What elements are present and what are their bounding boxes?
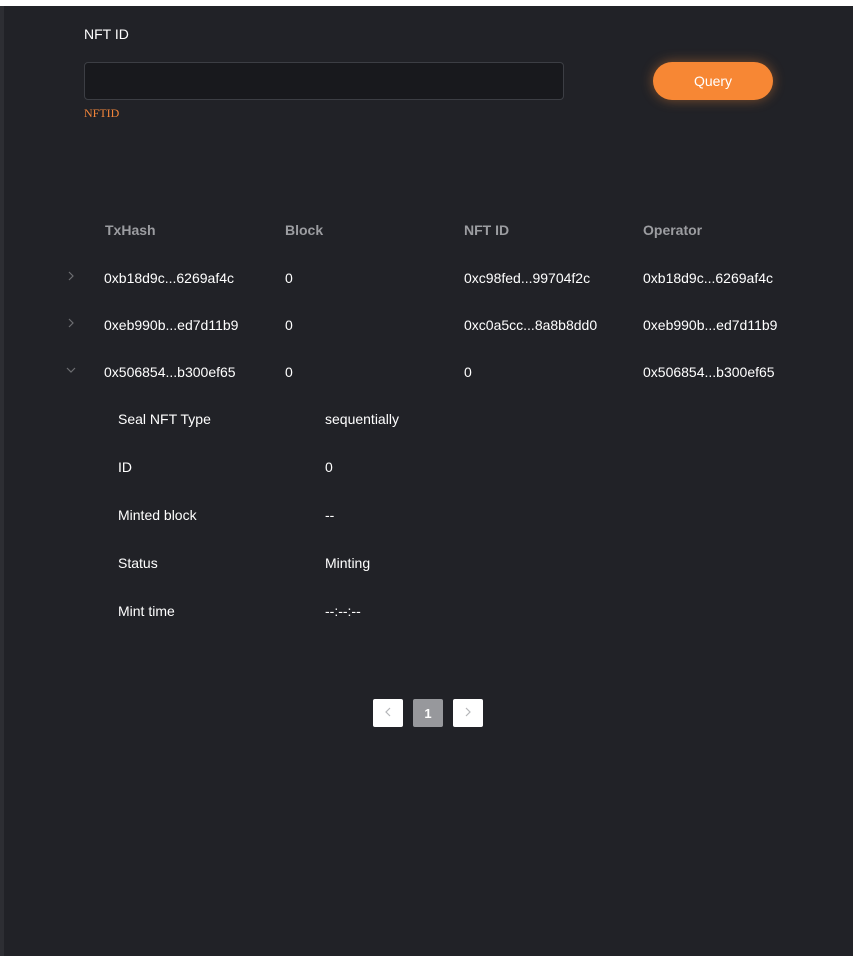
cell-block: 0	[285, 317, 293, 333]
cell-nft-id: 0xc98fed...99704f2c	[464, 270, 591, 286]
nft-id-label: NFT ID	[84, 26, 129, 42]
detail-label-mint-time: Mint time	[118, 603, 175, 619]
cell-operator: 0x506854...b300ef65	[643, 364, 775, 380]
table-row[interactable]: 0xeb990b...ed7d11b9 0 0xc0a5cc...8a8b8dd…	[4, 301, 853, 348]
cell-block: 0	[285, 270, 293, 286]
chevron-left-icon	[384, 704, 392, 722]
page-number-button[interactable]: 1	[413, 699, 443, 727]
cell-nft-id: 0	[464, 364, 472, 380]
detail-label-id: ID	[118, 459, 132, 475]
detail-label-seal-nft-type: Seal NFT Type	[118, 411, 211, 427]
cell-txhash: 0xb18d9c...6269af4c	[104, 270, 234, 286]
table-row[interactable]: 0x506854...b300ef65 0 0 0x506854...b300e…	[4, 348, 853, 395]
column-header-block: Block	[285, 222, 324, 238]
chevron-down-icon[interactable]	[64, 362, 78, 378]
cell-block: 0	[285, 364, 293, 380]
prev-page-button[interactable]	[373, 699, 403, 727]
nft-id-input[interactable]	[84, 62, 564, 100]
cell-operator: 0xeb990b...ed7d11b9	[643, 317, 778, 333]
query-button[interactable]: Query	[653, 62, 773, 100]
column-header-nft-id: NFT ID	[464, 222, 510, 238]
cell-txhash: 0x506854...b300ef65	[104, 364, 236, 380]
chevron-right-icon[interactable]	[64, 268, 78, 284]
chevron-right-icon[interactable]	[64, 315, 78, 331]
detail-label-status: Status	[118, 555, 158, 571]
column-header-txhash: TxHash	[105, 222, 156, 238]
cell-operator: 0xb18d9c...6269af4c	[643, 270, 773, 286]
detail-label-minted-block: Minted block	[118, 507, 197, 523]
detail-value-id: 0	[325, 459, 333, 475]
detail-value-seal-nft-type: sequentially	[325, 411, 399, 427]
nft-query-page: NFT ID NFTID Query TxHash Block NFT ID O…	[4, 6, 853, 956]
nft-id-hint: NFTID	[84, 106, 120, 120]
detail-value-mint-time: --:--:--	[325, 603, 361, 619]
column-header-operator: Operator	[643, 222, 703, 238]
table-row[interactable]: 0xb18d9c...6269af4c 0 0xc98fed...99704f2…	[4, 254, 853, 301]
detail-value-minted-block: --	[325, 507, 335, 523]
next-page-button[interactable]	[453, 699, 483, 727]
cell-txhash: 0xeb990b...ed7d11b9	[104, 317, 239, 333]
chevron-right-icon	[464, 704, 472, 722]
cell-nft-id: 0xc0a5cc...8a8b8dd0	[464, 317, 598, 333]
detail-value-status: Minting	[325, 555, 371, 571]
